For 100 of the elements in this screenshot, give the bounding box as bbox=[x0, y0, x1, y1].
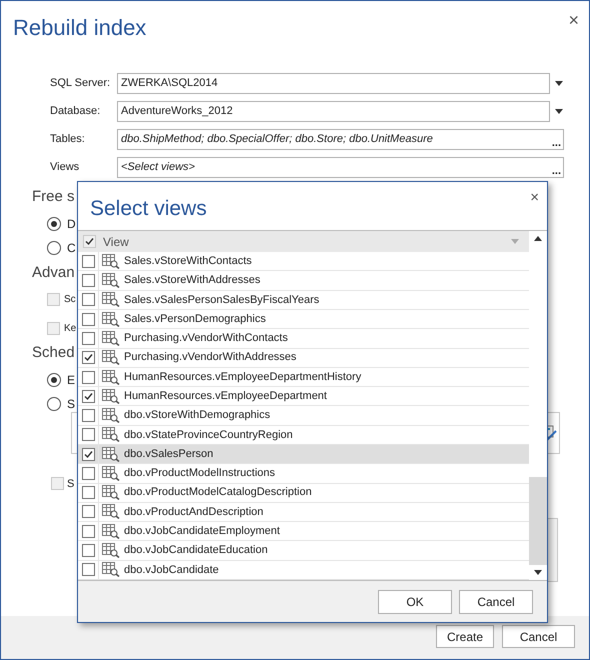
checkbox[interactable] bbox=[47, 292, 60, 306]
view-name: dbo.vJobCandidate bbox=[124, 562, 219, 578]
checkbox[interactable] bbox=[82, 448, 94, 461]
dialog-title: Select views bbox=[90, 196, 207, 222]
checkbox[interactable] bbox=[82, 563, 94, 576]
view-row[interactable]: Sales.vSalesPersonSalesByFiscalYears bbox=[78, 290, 529, 310]
field-label: SQL Server: bbox=[50, 76, 112, 92]
view-name: dbo.vJobCandidateEducation bbox=[124, 543, 268, 558]
close-button[interactable]: × bbox=[530, 190, 539, 205]
section-heading: Advan bbox=[32, 262, 75, 282]
view-name: Purchasing.vVendorWithContacts bbox=[124, 331, 288, 346]
checkbox[interactable] bbox=[82, 274, 94, 288]
view-row[interactable]: dbo.vSalesPerson bbox=[78, 444, 529, 464]
checkbox[interactable] bbox=[82, 254, 94, 268]
view-icon bbox=[102, 446, 120, 462]
view-row[interactable]: dbo.vProductModelInstructions bbox=[78, 464, 529, 484]
field-label: Views bbox=[50, 160, 80, 176]
view-row[interactable]: Sales.vPersonDemographics bbox=[78, 310, 529, 330]
scrollbar-thumb[interactable] bbox=[529, 477, 547, 565]
view-name: Sales.vSalesPersonSalesByFiscalYears bbox=[124, 292, 320, 308]
radio-button[interactable] bbox=[47, 372, 61, 386]
input-field[interactable]: <Select views> ... bbox=[117, 157, 564, 178]
radio-button[interactable] bbox=[47, 240, 61, 254]
checkbox[interactable] bbox=[82, 505, 94, 518]
checkbox[interactable] bbox=[82, 524, 94, 538]
dialog-button[interactable]: Cancel bbox=[459, 590, 533, 614]
view-icon bbox=[102, 504, 120, 520]
input-field[interactable]: dbo.ShipMethod; dbo.SpecialOffer; dbo.Store; dbo.UnitMeasure ... bbox=[117, 129, 564, 150]
view-icon bbox=[102, 350, 120, 366]
scroll-up-icon[interactable] bbox=[534, 236, 542, 241]
view-icon bbox=[102, 524, 120, 539]
footer-button[interactable]: Cancel bbox=[502, 625, 575, 648]
view-name: HumanResources.vEmployeeDepartmentHistory bbox=[124, 370, 362, 385]
option-label: C bbox=[67, 240, 76, 256]
view-icon bbox=[102, 408, 120, 424]
dialog-button[interactable]: OK bbox=[378, 590, 452, 614]
option-label: S bbox=[67, 476, 74, 492]
view-row[interactable]: dbo.vJobCandidateEmployment bbox=[78, 522, 529, 542]
view-icon bbox=[102, 388, 120, 404]
view-icon bbox=[102, 292, 120, 308]
view-icon bbox=[102, 330, 120, 346]
column-title: View bbox=[103, 234, 130, 251]
view-icon bbox=[102, 370, 120, 384]
field-label: Database: bbox=[50, 104, 102, 120]
view-icon bbox=[102, 562, 120, 578]
option-label: Sc bbox=[64, 292, 76, 306]
radio-button[interactable] bbox=[47, 396, 61, 410]
input-field[interactable]: ZWERKA\SQL2014 bbox=[117, 73, 550, 94]
view-name: dbo.vProductModelInstructions bbox=[124, 466, 276, 482]
checkbox[interactable] bbox=[82, 466, 94, 480]
checkbox[interactable] bbox=[51, 477, 64, 490]
checkbox[interactable] bbox=[82, 390, 94, 403]
view-row[interactable]: Purchasing.vVendorWithContacts bbox=[78, 329, 529, 349]
checkbox[interactable] bbox=[82, 428, 94, 442]
view-name: HumanResources.vEmployeeDepartment bbox=[124, 389, 327, 404]
checkbox[interactable] bbox=[82, 293, 94, 306]
view-row[interactable]: dbo.vJobCandidateEducation bbox=[78, 541, 529, 561]
view-row[interactable]: HumanResources.vEmployeeDepartment bbox=[78, 387, 529, 406]
option-label: E bbox=[67, 372, 76, 388]
section-heading: Sched bbox=[32, 343, 75, 363]
checkbox[interactable] bbox=[82, 351, 94, 364]
close-button[interactable]: × bbox=[568, 11, 579, 29]
view-row[interactable]: dbo.vStateProvinceCountryRegion bbox=[78, 426, 529, 445]
view-row[interactable]: dbo.vJobCandidate bbox=[78, 560, 529, 580]
dropdown-arrow-icon[interactable] bbox=[555, 81, 563, 86]
browse-button[interactable]: ... bbox=[552, 138, 561, 149]
view-name: dbo.vStateProvinceCountryRegion bbox=[124, 428, 293, 443]
checkbox[interactable] bbox=[82, 332, 94, 345]
scrollbar[interactable] bbox=[529, 231, 547, 580]
checkbox[interactable] bbox=[47, 322, 60, 334]
checkbox[interactable] bbox=[82, 544, 94, 558]
view-icon bbox=[102, 312, 120, 327]
view-row[interactable]: dbo.vProductModelCatalogDescription bbox=[78, 484, 529, 503]
dropdown-arrow-icon[interactable] bbox=[555, 109, 563, 114]
browse-button[interactable]: ... bbox=[552, 166, 561, 177]
checkbox[interactable] bbox=[82, 370, 94, 384]
view-name: dbo.vStoreWithDemographics bbox=[124, 408, 270, 424]
view-row[interactable]: HumanResources.vEmployeeDepartmentHistory bbox=[78, 368, 529, 388]
view-row[interactable]: Sales.vStoreWithAddresses bbox=[78, 271, 529, 291]
view-name: dbo.vJobCandidateEmployment bbox=[124, 524, 280, 539]
footer-button[interactable]: Create bbox=[436, 625, 494, 648]
checkbox[interactable] bbox=[82, 312, 94, 326]
section-heading: Free s bbox=[32, 187, 75, 207]
scroll-down-icon[interactable] bbox=[534, 570, 542, 575]
view-row[interactable]: Sales.vStoreWithContacts bbox=[78, 252, 529, 272]
view-icon bbox=[102, 254, 120, 269]
view-name: Purchasing.vVendorWithAddresses bbox=[124, 350, 296, 366]
checkbox[interactable] bbox=[82, 486, 94, 500]
view-icon bbox=[102, 485, 120, 500]
radio-button[interactable] bbox=[47, 216, 61, 230]
view-name: Sales.vStoreWithContacts bbox=[124, 254, 252, 270]
checkbox[interactable] bbox=[82, 409, 94, 422]
view-row[interactable]: dbo.vStoreWithDemographics bbox=[78, 406, 529, 426]
field-label: Tables: bbox=[50, 132, 86, 148]
view-name: Sales.vStoreWithAddresses bbox=[124, 273, 260, 288]
column-header[interactable]: View bbox=[78, 231, 529, 252]
input-field[interactable]: AdventureWorks_2012 bbox=[117, 101, 550, 122]
view-row[interactable]: dbo.vProductAndDescription bbox=[78, 502, 529, 522]
view-row[interactable]: Purchasing.vVendorWithAddresses bbox=[78, 348, 529, 368]
checkbox[interactable] bbox=[83, 235, 96, 248]
